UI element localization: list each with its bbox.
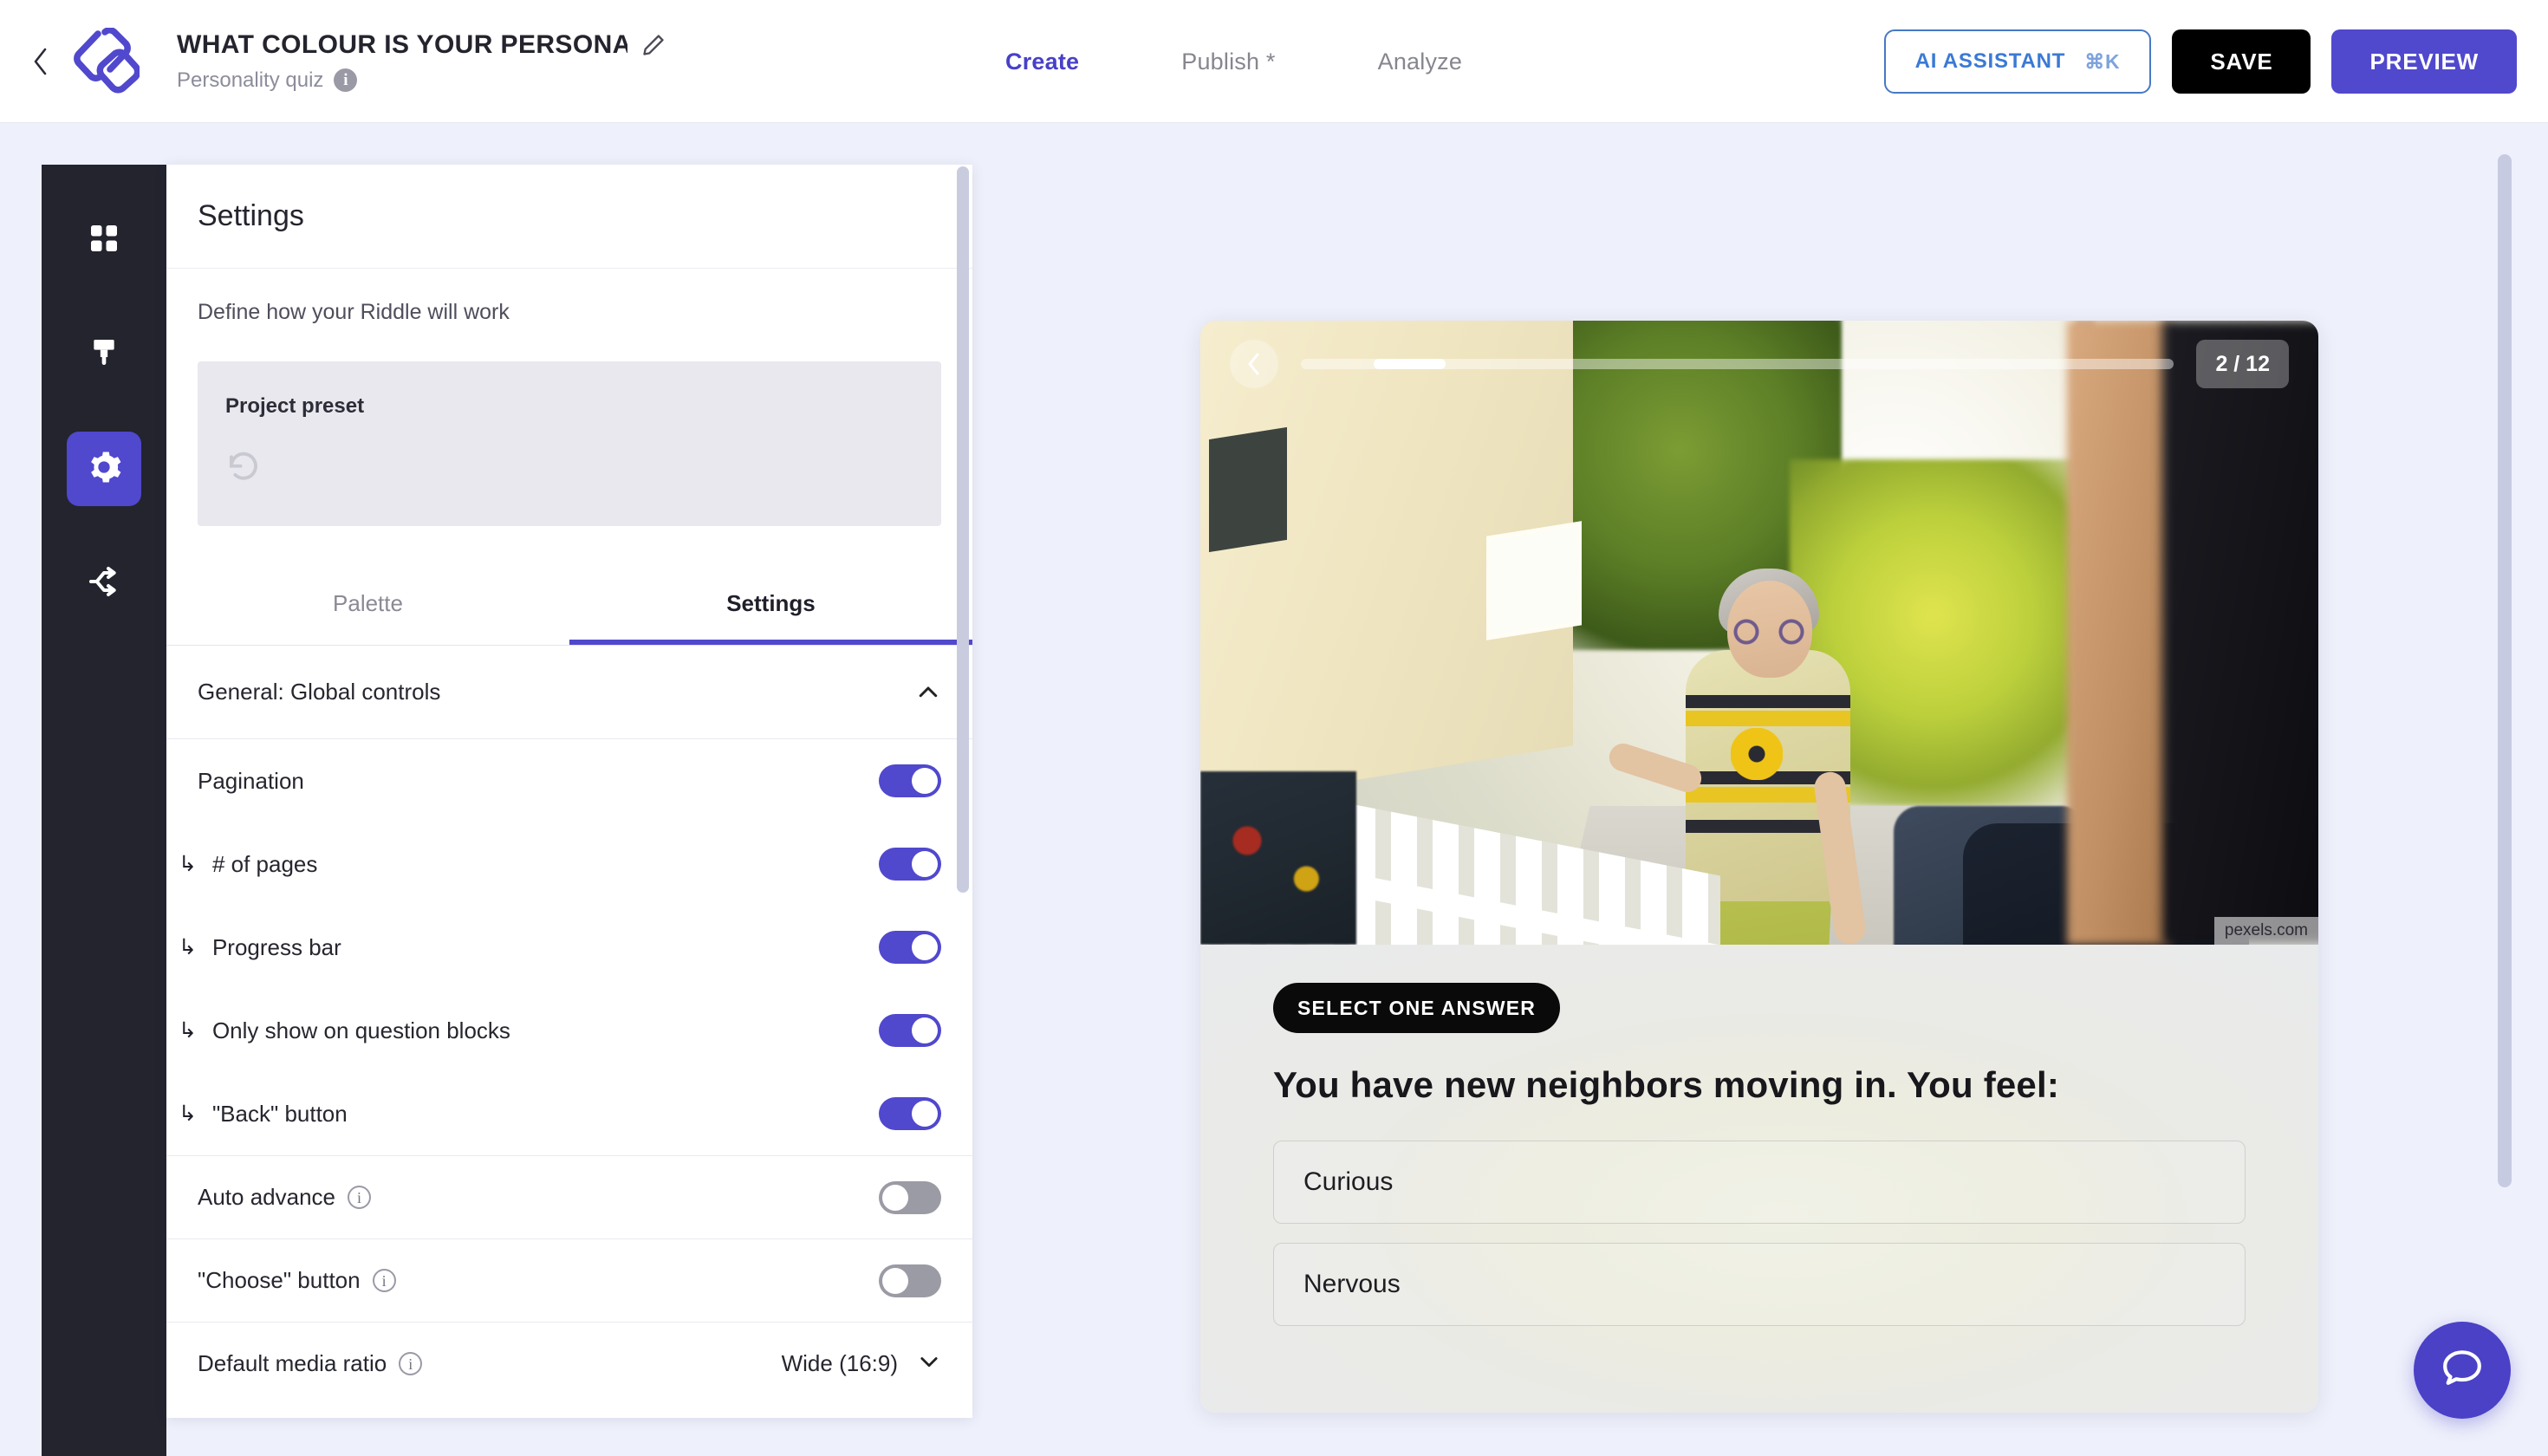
answer-option[interactable]: Curious	[1273, 1141, 2246, 1224]
setting-label: "Back" button	[211, 1100, 348, 1127]
sub-arrow-icon: ↳	[179, 852, 197, 876]
setting-label: "Choose" button	[198, 1267, 361, 1293]
setting-row-back-button[interactable]: ↳ "Back" button	[166, 1072, 972, 1155]
tab-create[interactable]: Create	[1005, 49, 1079, 75]
ai-assistant-button[interactable]: AI ASSISTANT ⌘K	[1883, 29, 2152, 94]
sub-arrow-icon: ↳	[179, 1018, 197, 1043]
settings-panel: Settings Define how your Riddle will wor…	[166, 165, 972, 1418]
toggle-auto-advance[interactable]	[879, 1180, 941, 1214]
page-indicator: 2 / 12	[2196, 340, 2289, 388]
setting-row-num-pages[interactable]: ↳ # of pages	[166, 822, 972, 906]
panel-description: Define how your Riddle will work	[198, 300, 510, 324]
sub-arrow-icon: ↳	[179, 1102, 197, 1126]
ai-assistant-shortcut: ⌘K	[2084, 49, 2121, 73]
toggle-progress-bar[interactable]	[879, 931, 941, 964]
chat-bubble-icon	[2438, 1344, 2486, 1397]
ai-assistant-label: AI ASSISTANT	[1914, 49, 2066, 73]
sidebar-item-share[interactable]	[67, 546, 141, 621]
question-text: You have new neighbors moving in. You fe…	[1273, 1064, 2060, 1105]
answer-option[interactable]: Nervous	[1273, 1243, 2246, 1326]
question-media-image: 2 / 12 pexels.com	[1200, 321, 2318, 945]
project-preset-card[interactable]: Project preset	[198, 361, 941, 526]
back-chevron-icon[interactable]	[26, 44, 55, 79]
save-button[interactable]: SAVE	[2172, 29, 2311, 94]
sidebar-item-settings[interactable]	[67, 432, 141, 506]
settings-group-header[interactable]: General: Global controls	[166, 646, 972, 739]
topbar-actions: AI ASSISTANT ⌘K SAVE PREVIEW	[1883, 0, 2517, 123]
gear-icon	[86, 449, 122, 490]
setting-label: Progress bar	[211, 933, 341, 960]
chevron-up-icon[interactable]	[915, 679, 941, 705]
settings-group-title: General: Global controls	[198, 679, 441, 705]
info-icon[interactable]: i	[399, 1352, 423, 1375]
setting-label: # of pages	[211, 850, 318, 877]
setting-label: Auto advance	[198, 1184, 336, 1210]
settings-panel-scrollbar[interactable]	[957, 166, 969, 893]
panel-heading: Settings	[198, 199, 304, 232]
info-icon[interactable]: i	[372, 1269, 396, 1292]
toggle-only-question-blocks[interactable]	[879, 1014, 941, 1047]
setting-row-choose-button[interactable]: "Choose" button i	[166, 1238, 972, 1322]
setting-label: Default media ratio	[198, 1350, 387, 1376]
progress-bar-fill	[1373, 359, 1446, 369]
setting-row-only-question-blocks[interactable]: ↳ Only show on question blocks	[166, 989, 972, 1072]
main-nav-tabs: Create Publish * Analyze	[1005, 0, 1462, 123]
setting-label: Pagination	[198, 767, 304, 794]
setting-label: Only show on question blocks	[211, 1017, 510, 1043]
setting-row-default-media-ratio[interactable]: Default media ratio i Wide (16:9)	[166, 1322, 972, 1405]
sidebar-item-design[interactable]	[67, 317, 141, 392]
spinner-icon	[225, 446, 262, 483]
setting-row-progress-bar[interactable]: ↳ Progress bar	[166, 906, 972, 989]
paint-brush-icon	[87, 335, 121, 374]
page-scrollbar[interactable]	[2498, 154, 2512, 1187]
info-icon[interactable]: i	[334, 68, 358, 92]
chevron-down-icon	[917, 1349, 941, 1378]
tab-settings[interactable]: Settings	[569, 569, 972, 645]
setting-row-auto-advance[interactable]: Auto advance i	[166, 1155, 972, 1238]
top-bar: WHAT COLOUR IS YOUR PERSONA… Personality…	[0, 0, 2548, 123]
progress-bar	[1301, 359, 2174, 369]
answer-list: Curious Nervous	[1273, 1141, 2246, 1326]
grid-blocks-icon	[87, 221, 121, 260]
riddle-logo-icon[interactable]	[61, 23, 144, 101]
media-ratio-value: Wide (16:9)	[781, 1350, 898, 1376]
info-icon[interactable]: i	[348, 1186, 372, 1209]
tab-analyze[interactable]: Analyze	[1378, 49, 1462, 75]
preview-button[interactable]: PREVIEW	[2331, 29, 2517, 94]
sub-arrow-icon: ↳	[179, 935, 197, 959]
setting-row-pagination[interactable]: Pagination	[166, 739, 972, 822]
panel-segment-tabs: Palette Settings	[166, 569, 972, 646]
project-title-block: WHAT COLOUR IS YOUR PERSONA… Personality…	[177, 30, 666, 93]
toggle-num-pages[interactable]	[879, 848, 941, 881]
media-overlay-controls: 2 / 12	[1200, 321, 2318, 407]
tab-palette[interactable]: Palette	[166, 569, 569, 645]
toggle-choose-button[interactable]	[879, 1264, 941, 1297]
chat-fab-button[interactable]	[2414, 1322, 2511, 1419]
project-preset-label: Project preset	[225, 394, 365, 418]
question-body: SELECT ONE ANSWER You have new neighbors…	[1200, 945, 2318, 1413]
preview-back-button[interactable]	[1230, 340, 1278, 388]
toggle-back-button[interactable]	[879, 1097, 941, 1130]
tab-publish[interactable]: Publish *	[1181, 49, 1275, 75]
sidebar-item-blocks[interactable]	[67, 203, 141, 277]
media-ratio-select[interactable]: Wide (16:9)	[782, 1349, 941, 1378]
share-branch-icon	[87, 564, 121, 603]
panel-header: Settings	[166, 165, 972, 269]
toggle-pagination[interactable]	[879, 764, 941, 797]
quiz-preview-card: 2 / 12 pexels.com SELECT ONE ANSWER You …	[1200, 321, 2318, 1413]
page-title: WHAT COLOUR IS YOUR PERSONA…	[177, 29, 627, 59]
image-credit: pexels.com	[2213, 917, 2318, 945]
pencil-icon[interactable]	[641, 33, 666, 57]
status-badge: SELECT ONE ANSWER	[1273, 983, 1561, 1033]
project-type-label: Personality quiz	[177, 68, 324, 92]
left-rail	[42, 165, 166, 1456]
